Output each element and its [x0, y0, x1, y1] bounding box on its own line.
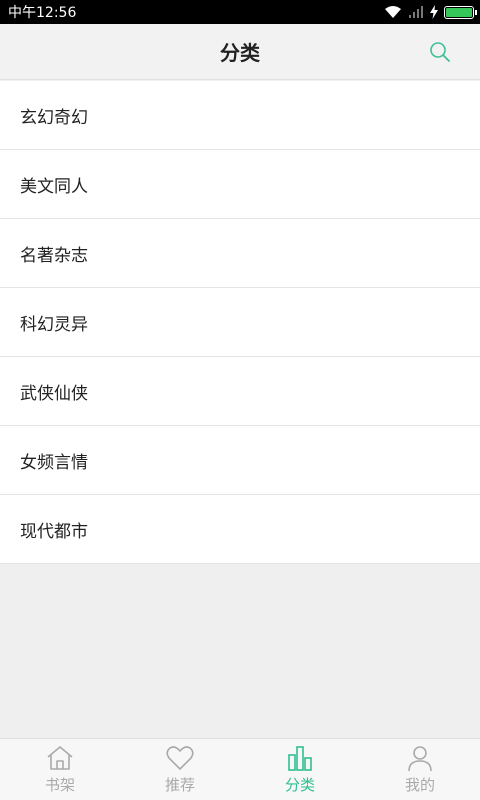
user-icon [408, 746, 432, 772]
tab-category[interactable]: 分类 [240, 739, 360, 800]
home-icon [47, 746, 73, 770]
category-label: 科幻灵异 [20, 314, 88, 335]
tab-label: 书架 [44, 776, 75, 794]
category-item[interactable]: 名著杂志 [0, 219, 480, 288]
category-label: 武侠仙侠 [20, 383, 88, 404]
status-time: 中午12:56 [8, 5, 77, 21]
category-label: 名著杂志 [20, 245, 88, 266]
page-title: 分类 [220, 41, 260, 65]
category-item[interactable]: 玄幻奇幻 [0, 81, 480, 150]
category-bars-icon [288, 746, 312, 771]
status-icons [384, 5, 477, 19]
search-icon [430, 42, 450, 62]
tab-label: 推荐 [164, 776, 195, 794]
header: 分类 [0, 24, 480, 80]
search-button[interactable] [428, 40, 452, 64]
category-list: 玄幻奇幻 美文同人 名著杂志 科幻灵异 武侠仙侠 女频言情 现代都市 [0, 81, 480, 564]
tab-bookshelf[interactable]: 书架 [0, 739, 120, 800]
category-label: 美文同人 [20, 176, 88, 197]
tab-label: 我的 [404, 776, 435, 794]
category-item[interactable]: 武侠仙侠 [0, 357, 480, 426]
battery-icon [444, 5, 477, 19]
status-bar: 中午12:56 [0, 0, 480, 24]
tab-mine[interactable]: 我的 [360, 739, 480, 800]
bottom-tab-bar: 书架 推荐 分类 我的 [0, 738, 480, 800]
category-label: 女频言情 [20, 452, 88, 473]
category-item[interactable]: 科幻灵异 [0, 288, 480, 357]
category-item[interactable]: 女频言情 [0, 426, 480, 495]
category-item[interactable]: 现代都市 [0, 495, 480, 564]
wifi-icon [385, 6, 401, 18]
category-label: 现代都市 [20, 521, 88, 542]
tab-label: 分类 [284, 776, 315, 794]
category-item[interactable]: 美文同人 [0, 150, 480, 219]
category-label: 玄幻奇幻 [20, 107, 88, 128]
signal-icon [409, 6, 423, 18]
heart-icon [166, 746, 194, 770]
charging-icon [430, 5, 438, 19]
tab-recommend[interactable]: 推荐 [120, 739, 240, 800]
